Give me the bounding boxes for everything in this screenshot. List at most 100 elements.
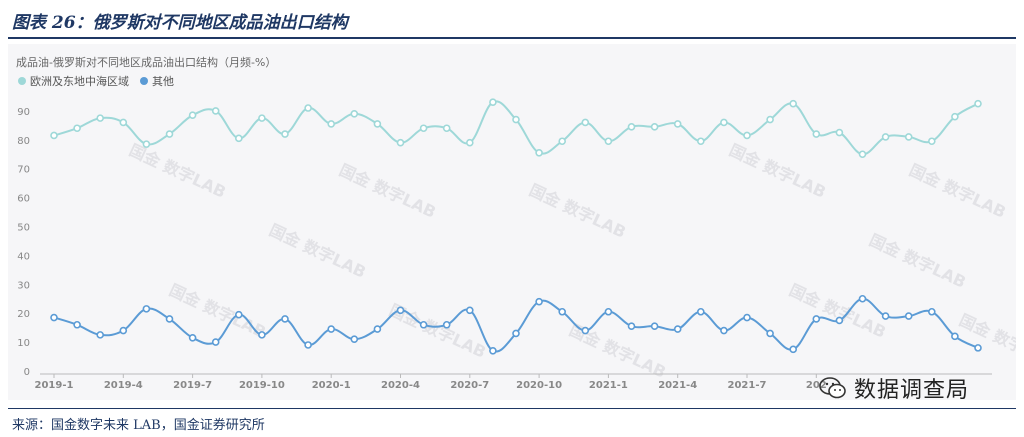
data-point-0-8 [235,134,243,143]
data-point-1-11 [304,341,312,349]
x-tick-label-1: 2019-4 [104,380,143,391]
series-line-0 [53,100,979,156]
y-tick-label-8: 80 [17,136,30,147]
data-point-1-30 [743,313,751,322]
watermark-1: 国金 数字LAB [336,160,439,221]
watermark-9: 国金 数字LAB [956,310,1016,371]
watermark-3: 国金 数字LAB [726,140,829,201]
data-point-1-37 [904,312,913,320]
x-tick-label-6: 2020-7 [450,380,489,391]
data-point-1-7 [211,338,220,346]
data-point-1-29 [720,326,728,335]
data-point-1-22 [558,307,567,316]
watermark-8: 国金 数字LAB [786,280,889,341]
data-point-0-33 [812,130,821,138]
data-point-1-4 [142,305,151,313]
data-point-0-15 [396,138,405,147]
data-point-1-9 [258,331,266,339]
y-tick-label-3: 30 [17,280,30,291]
y-tick-label-6: 60 [17,194,30,205]
y-tick-label-2: 20 [17,309,30,320]
data-point-1-18 [465,306,474,315]
data-point-0-30 [743,131,751,140]
data-point-0-37 [904,133,913,141]
data-point-1-26 [650,322,659,331]
data-point-1-12 [327,325,336,333]
title-rule [8,37,1016,39]
x-tick-label-9: 2021-4 [658,380,697,391]
data-point-0-25 [627,122,636,131]
data-point-1-20 [512,329,520,338]
source-rule [8,408,1016,409]
x-tick-label-0: 2019-1 [35,380,74,391]
data-point-1-1 [73,320,81,329]
data-point-1-3 [119,326,128,335]
x-tick-label-7: 2020-10 [516,380,562,391]
data-point-0-12 [327,120,336,128]
data-point-1-5 [165,315,174,323]
watermark-10: 国金 数字LAB [266,220,369,281]
watermark-11: 国金 数字LAB [866,230,969,291]
watermark-4: 国金 数字LAB [906,160,1009,221]
data-point-1-23 [581,326,590,335]
data-point-1-17 [442,320,451,329]
data-point-0-19 [489,98,497,107]
legend: 欧洲及东地中海区域 其他 [18,74,174,88]
data-point-1-0 [50,313,58,322]
data-point-0-20 [512,115,520,124]
data-point-0-2 [96,114,104,122]
watermark-5: 国金 数字LAB [166,280,269,341]
data-point-1-35 [858,294,867,303]
data-point-1-27 [673,325,682,333]
data-point-1-2 [96,331,104,339]
data-point-0-1 [73,124,81,133]
data-point-1-8 [235,310,243,319]
series-0 [50,98,982,159]
data-point-1-13 [350,335,359,344]
data-point-1-31 [766,329,774,338]
data-point-1-15 [396,306,405,315]
data-point-0-39 [951,112,959,121]
data-point-1-25 [627,322,636,331]
y-tick-label-1: 10 [17,338,30,349]
legend-marker-0 [18,77,26,85]
data-point-0-26 [650,122,659,131]
legend-label-0: 欧洲及东地中海区域 [30,74,129,88]
data-point-1-19 [489,346,497,355]
data-point-0-40 [974,99,982,108]
data-point-0-0 [50,131,58,140]
data-point-0-31 [766,115,774,124]
x-tick-label-4: 2020-1 [312,380,351,391]
data-point-0-22 [558,137,567,146]
data-point-0-7 [211,107,220,115]
data-point-0-32 [789,99,798,108]
data-point-1-6 [188,333,197,342]
data-point-0-27 [673,120,682,128]
data-point-1-32 [789,345,798,354]
data-point-0-38 [927,137,936,146]
data-point-1-14 [373,325,382,333]
wechat-icon [819,377,846,399]
data-point-0-21 [535,149,543,157]
y-tick-label-9: 90 [17,107,30,118]
data-point-1-24 [604,307,613,316]
chart-area: 国金 数字LAB 国金 数字LAB 国金 数字LAB 国金 数字LAB 国金 数字LAB… [8,44,1016,400]
watermark-2: 国金 数字LAB [526,180,629,241]
data-point-1-36 [881,312,890,320]
data-point-0-16 [419,124,428,133]
data-point-1-16 [419,320,428,329]
data-point-1-33 [812,315,821,323]
data-point-0-34 [835,128,844,137]
data-point-0-17 [442,124,451,133]
watermark-layer: 国金 数字LAB 国金 数字LAB 国金 数字LAB国金 数字LAB 国金 数字LAB… [126,140,1016,381]
data-point-0-5 [165,130,174,138]
data-point-1-28 [696,307,705,316]
data-point-0-3 [119,118,128,127]
data-point-0-4 [142,140,151,148]
y-axis: 0 10 20 30 40 50 60 70 80 90 [17,107,30,378]
y-tick-label-4: 40 [17,251,30,262]
data-point-0-6 [188,111,197,120]
legend-label-1: 其他 [152,75,174,88]
x-tick-label-5: 2020-4 [381,380,420,391]
data-point-1-38 [927,307,936,316]
